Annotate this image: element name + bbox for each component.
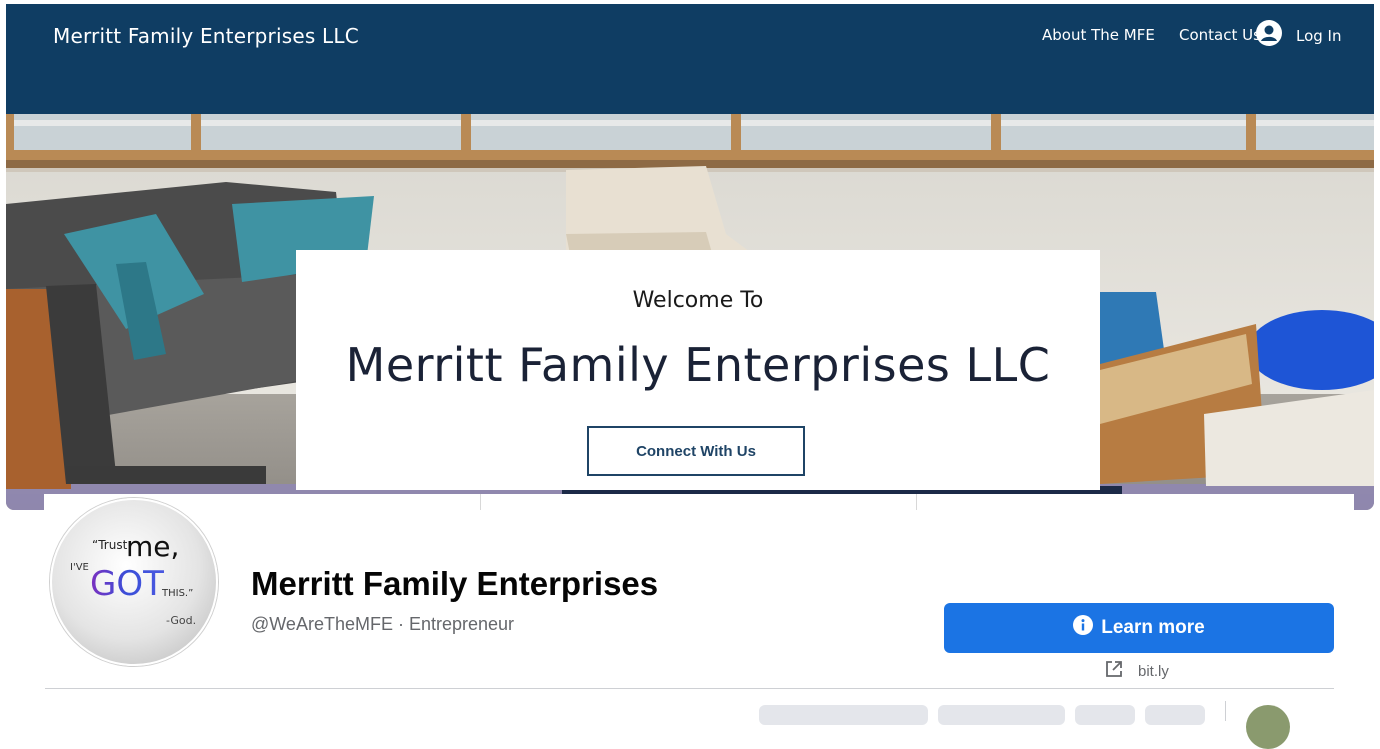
website-link[interactable]: bit.ly — [1104, 659, 1169, 683]
website-link-label: bit.ly — [1138, 662, 1169, 680]
site-header: Merritt Family Enterprises LLC About The… — [6, 4, 1374, 114]
profile-picture[interactable]: “Trust me, I'VE GOT THIS.” -God. — [50, 498, 218, 666]
login-link[interactable]: Log In — [1256, 20, 1342, 51]
site-title[interactable]: Merritt Family Enterprises LLC — [53, 24, 359, 48]
cover-bottom-strip — [44, 494, 1354, 510]
hero-welcome-box: Welcome To Merritt Family Enterprises LL… — [296, 250, 1100, 490]
user-circle-icon — [1256, 20, 1282, 51]
action-button[interactable] — [938, 705, 1065, 725]
avatar-text-me: me, — [126, 530, 180, 563]
action-button[interactable] — [1075, 705, 1135, 725]
vertical-separator — [1225, 701, 1226, 721]
connect-with-us-button[interactable]: Connect With Us — [587, 426, 805, 476]
nav-about-link[interactable]: About The MFE — [1042, 26, 1155, 44]
page-name: Merritt Family Enterprises — [251, 565, 659, 602]
strip-divider — [480, 494, 481, 510]
section-divider — [45, 688, 1334, 689]
page-meta: @WeAreTheMFE · Entrepreneur — [251, 614, 515, 634]
cover-photo[interactable]: Merritt Family Enterprises LLC About The… — [6, 4, 1374, 510]
avatar-text-god: -God. — [166, 614, 197, 627]
login-label: Log In — [1296, 26, 1342, 45]
learn-more-label: Learn more — [1101, 617, 1205, 638]
acting-as-avatar[interactable] — [1246, 705, 1290, 749]
action-button[interactable] — [759, 705, 928, 725]
nav-contact-link[interactable]: Contact Us — [1179, 26, 1261, 44]
hero-title: Merritt Family Enterprises LLC — [345, 338, 1051, 392]
avatar-text-ive: I'VE — [70, 562, 89, 573]
external-link-icon — [1104, 659, 1124, 683]
hero-welcome-text: Welcome To — [632, 288, 764, 313]
action-button[interactable] — [1145, 705, 1205, 725]
strip-divider — [916, 494, 917, 510]
learn-more-button[interactable]: Learn more — [944, 603, 1334, 653]
avatar-text-got: GOT — [90, 564, 164, 604]
info-icon — [1073, 615, 1101, 641]
avatar-text-this: THIS.” — [162, 588, 194, 599]
avatar-text-trust: “Trust — [92, 538, 128, 552]
